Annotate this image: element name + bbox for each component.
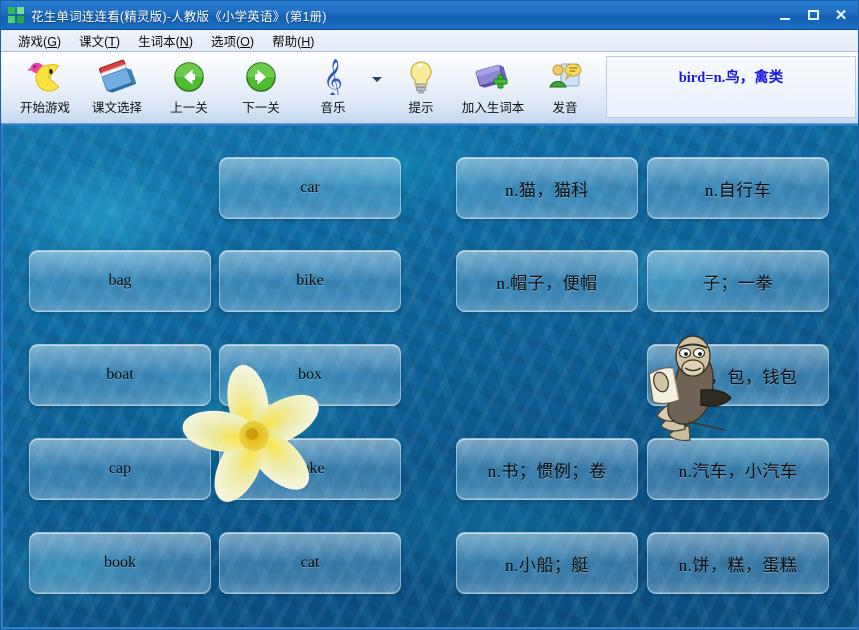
menu-label-options: 选项 — [210, 35, 236, 49]
add-to-wordbook-button[interactable]: 加入生词本 — [457, 54, 529, 120]
word-tile-label: 子；一拳 — [703, 273, 773, 293]
word-tile-label: n.帽子，便帽 — [496, 273, 598, 293]
menu-accel-text: T — [108, 35, 116, 49]
word-tile-c1r2[interactable]: bag — [29, 250, 211, 312]
word-tile-c2r3[interactable]: box — [219, 344, 401, 406]
word-tile-c1r5[interactable]: book — [29, 532, 211, 594]
word-tile-c3r2[interactable]: n.帽子，便帽 — [456, 250, 638, 312]
music-dropdown-button[interactable] — [369, 54, 385, 120]
word-tile-label: cake — [295, 460, 325, 477]
minimize-button[interactable] — [772, 5, 798, 26]
window-controls: ✕ — [770, 1, 858, 29]
word-tile-c3r4[interactable]: n.书；惯例；卷 — [456, 438, 638, 500]
books-lesson-select-icon — [98, 58, 136, 96]
menu-label-help: 帮助 — [272, 35, 298, 49]
word-tile-label: n.自行车 — [704, 180, 772, 200]
minimize-icon — [780, 17, 790, 20]
word-tile-c2r5[interactable]: cat — [219, 532, 401, 594]
person-speaker-pronounce-icon — [546, 58, 584, 96]
menu-item-text[interactable]: 课文(T) — [70, 29, 129, 52]
pacman-start-game-icon — [25, 58, 65, 96]
word-tile-label: cat — [300, 554, 320, 571]
book-plus-add-icon — [474, 58, 512, 96]
pronounce-label: 发音 — [552, 101, 578, 115]
close-button[interactable]: ✕ — [828, 5, 854, 26]
word-tile-c1r4[interactable]: cap — [29, 438, 211, 500]
toolbar: 开始游戏 课文选择 上一关 下一关 𝄞 音乐 提示 加入生词本 发音 bird=… — [1, 52, 858, 124]
hint-button[interactable]: 提示 — [385, 54, 457, 120]
start-game-button[interactable]: 开始游戏 — [9, 54, 81, 120]
close-icon: ✕ — [834, 6, 848, 24]
menu-accel-game: G — [47, 35, 57, 49]
word-tile-c3r1[interactable]: n.猫，猫科 — [456, 157, 638, 219]
word-tile-c4r5[interactable]: n.饼，糕，蛋糕 — [647, 532, 829, 594]
word-tile-label: cap — [108, 460, 132, 477]
word-tile-label: n.饼，糕，蛋糕 — [678, 555, 798, 575]
current-word-text: bird=n.鸟，禽类 — [678, 70, 784, 86]
word-tile-label: n.袋，包，钱包 — [678, 367, 798, 387]
app-icon — [8, 7, 24, 23]
next-level-button[interactable]: 下一关 — [225, 54, 297, 120]
next-level-label: 下一关 — [242, 101, 280, 115]
window-title: 花生单词连连看(精灵版)-人教版《小学英语》(第1册) — [31, 9, 327, 24]
pronounce-button[interactable]: 发音 — [529, 54, 601, 120]
word-tile-c3r5[interactable]: n.小船；艇 — [456, 532, 638, 594]
word-tile-c1r3[interactable]: boat — [29, 344, 211, 406]
hint-label: 提示 — [408, 101, 434, 115]
menu-item-game[interactable]: 游戏(G) — [9, 29, 70, 52]
word-tile-label: n.猫，猫科 — [505, 180, 589, 200]
word-tile-label: n.汽车，小汽车 — [678, 461, 798, 481]
menu-accel-options: O — [240, 35, 250, 49]
game-board: car n.猫，猫科 n.自行车 bag bike n.帽子，便帽 子；一拳 boat box n… — [1, 124, 858, 629]
menu-accel-help: H — [301, 35, 311, 49]
music-label: 音乐 — [320, 101, 346, 115]
lesson-select-label: 课文选择 — [91, 101, 142, 115]
word-tile-c4r3[interactable]: n.袋，包，钱包 — [647, 344, 829, 406]
word-tile-c4r4[interactable]: n.汽车，小汽车 — [647, 438, 829, 500]
music-button[interactable]: 𝄞 音乐 — [297, 54, 369, 120]
previous-level-button[interactable]: 上一关 — [153, 54, 225, 120]
menu-item-options[interactable]: 选项(O) — [202, 29, 263, 52]
word-tile-label: n.书；惯例；卷 — [487, 461, 607, 481]
word-tile-c2r1[interactable]: car — [219, 157, 401, 219]
word-tile-label: bike — [296, 272, 324, 289]
chevron-down-icon — [372, 76, 382, 82]
word-tile-c4r2[interactable]: 子；一拳 — [647, 250, 829, 312]
add-to-wordbook-label: 加入生词本 — [461, 101, 525, 115]
application-window: 花生单词连连看(精灵版)-人教版《小学英语》(第1册) ✕ 游戏(G) 课文(T… — [0, 0, 859, 630]
menu-item-help[interactable]: 帮助(H) — [263, 29, 323, 52]
green-arrow-left-icon — [173, 58, 205, 96]
word-tile-label: book — [104, 554, 136, 571]
lightbulb-hint-icon — [406, 58, 436, 96]
menu-accel-wordbook: N — [179, 35, 189, 49]
menu-bar: 游戏(G) 课文(T) 生词本(N) 选项(O) 帮助(H) — [1, 29, 858, 52]
maximize-icon — [807, 10, 819, 20]
word-tile-label: bag — [108, 272, 132, 289]
green-arrow-right-icon — [245, 58, 277, 96]
menu-label-game: 游戏 — [18, 35, 44, 49]
word-tile-label: boat — [106, 366, 134, 383]
word-tile-label: car — [300, 179, 320, 196]
svg-text:𝄞: 𝄞 — [323, 59, 343, 95]
menu-label-wordbook: 生词本 — [138, 35, 176, 49]
word-tile-label: n.小船；艇 — [505, 555, 589, 575]
current-word-status-panel: bird=n.鸟，禽类 — [606, 56, 856, 118]
word-tile-c2r4[interactable]: cake — [219, 438, 401, 500]
maximize-button[interactable] — [800, 5, 826, 26]
lesson-select-button[interactable]: 课文选择 — [81, 54, 153, 120]
word-tile-c4r1[interactable]: n.自行车 — [647, 157, 829, 219]
title-bar: 花生单词连连看(精灵版)-人教版《小学英语》(第1册) ✕ — [1, 1, 858, 30]
word-tile-label: box — [298, 366, 322, 383]
previous-level-label: 上一关 — [170, 101, 208, 115]
menu-label-text: 课文 — [79, 35, 105, 49]
music-note-icon: 𝄞 — [320, 58, 346, 96]
menu-item-wordbook[interactable]: 生词本(N) — [129, 29, 202, 52]
start-game-label: 开始游戏 — [19, 101, 70, 115]
word-tile-c2r2[interactable]: bike — [219, 250, 401, 312]
